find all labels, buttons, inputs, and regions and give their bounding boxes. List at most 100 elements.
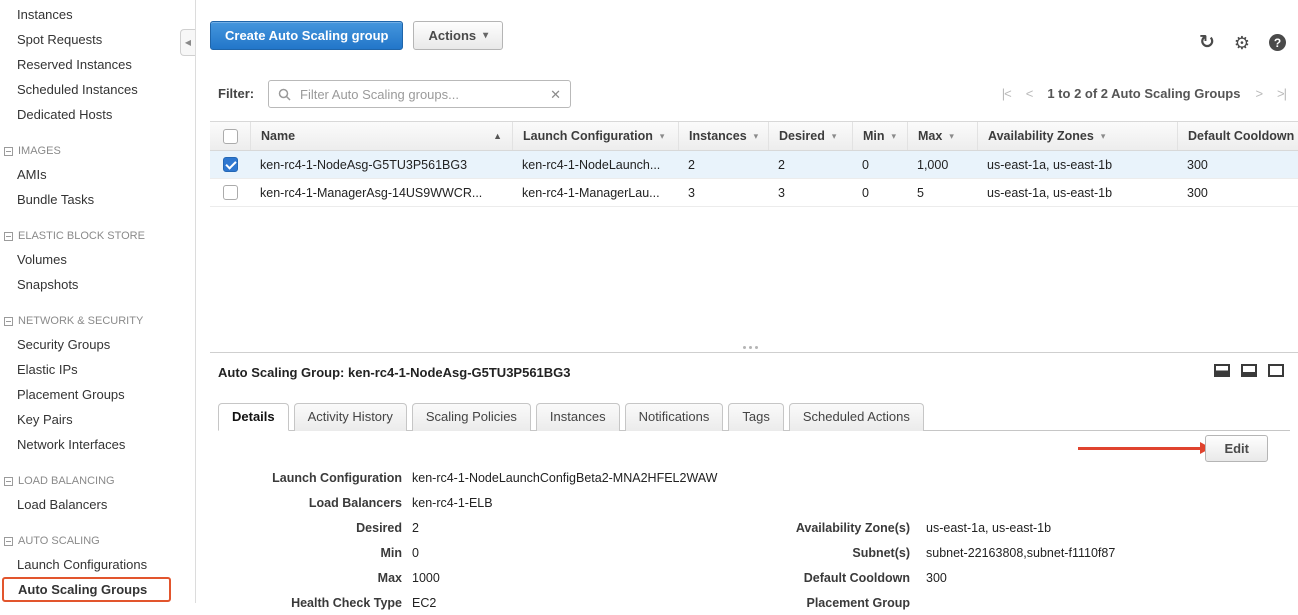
sidebar-item-key-pairs[interactable]: Key Pairs [0, 407, 195, 432]
sidebar-item-dedicated-hosts[interactable]: Dedicated Hosts [0, 102, 195, 127]
column-header-min[interactable]: Min ▾ [852, 122, 907, 150]
field-value: us-east-1a, us-east-1b [910, 521, 1298, 535]
help-icon[interactable]: ? [1269, 34, 1286, 51]
field-value: subnet-22163808,subnet-f1110f87 [910, 546, 1298, 560]
sidebar-item-snapshots[interactable]: Snapshots [0, 272, 195, 297]
filter-input[interactable] [298, 86, 543, 103]
full-pane-icon[interactable] [1268, 364, 1284, 377]
sidebar-item-scheduled-instances[interactable]: Scheduled Instances [0, 77, 195, 102]
gear-icon[interactable]: ⚙ [1234, 34, 1250, 52]
tab-scaling-policies[interactable]: Scaling Policies [412, 403, 531, 431]
actions-button[interactable]: Actions ▾ [413, 21, 503, 50]
sidebar-item-instances[interactable]: Instances [0, 2, 195, 27]
pagination-prev-icon[interactable]: < [1026, 86, 1033, 101]
field-label: Min [218, 546, 402, 560]
field-row: Load Balancers ken-rc4-1-ELB [218, 490, 1298, 515]
cell-min: 0 [852, 158, 907, 172]
details-tabs: Details Activity History Scaling Policie… [218, 402, 1290, 431]
row-checkbox[interactable] [223, 157, 238, 172]
field-value: ken-rc4-1-NodeLaunchConfigBeta2-MNA2HFEL… [402, 471, 717, 485]
split-pane-icon[interactable] [1214, 364, 1230, 377]
tab-notifications[interactable]: Notifications [625, 403, 724, 431]
field-label: Load Balancers [218, 496, 402, 510]
create-auto-scaling-group-button[interactable]: Create Auto Scaling group [210, 21, 403, 50]
sidebar-item-auto-scaling-groups[interactable]: Auto Scaling Groups [2, 577, 171, 602]
column-header-availability-zones[interactable]: Availability Zones ▾ [977, 122, 1177, 150]
sidebar-item-bundle-tasks[interactable]: Bundle Tasks [0, 187, 195, 212]
column-label: Availability Zones [988, 129, 1094, 143]
column-header-max[interactable]: Max ▾ [907, 122, 977, 150]
sidebar-item-elastic-ips[interactable]: Elastic IPs [0, 357, 195, 382]
field-label: Launch Configuration [218, 471, 402, 485]
field-row: Desired 2 Availability Zone(s) us-east-1… [218, 515, 1298, 540]
pagination-last-icon[interactable]: >| [1277, 86, 1286, 101]
sidebar-item-security-groups[interactable]: Security Groups [0, 332, 195, 357]
clear-filter-icon[interactable]: ✕ [550, 88, 561, 101]
sidebar-section-label: NETWORK & SECURITY [18, 315, 143, 327]
filter-label: Filter: [218, 86, 254, 101]
sidebar-item-volumes[interactable]: Volumes [0, 247, 195, 272]
sidebar-item-network-interfaces[interactable]: Network Interfaces [0, 432, 195, 457]
tab-details[interactable]: Details [218, 403, 289, 431]
field-row: Max 1000 Default Cooldown 300 [218, 565, 1298, 590]
sidebar-item-launch-configurations[interactable]: Launch Configurations [0, 552, 195, 577]
cell-availability-zones: us-east-1a, us-east-1b [977, 186, 1177, 200]
cell-name: ken-rc4-1-NodeAsg-G5TU3P561BG3 [250, 158, 512, 172]
sidebar-item-reserved-instances[interactable]: Reserved Instances [0, 52, 195, 77]
sidebar-item-load-balancers[interactable]: Load Balancers [0, 492, 195, 517]
sidebar-section-load-balancing[interactable]: LOAD BALANCING [0, 470, 195, 492]
pagination-first-icon[interactable]: |< [1002, 86, 1011, 101]
tab-tags[interactable]: Tags [728, 403, 783, 431]
cell-instances: 2 [678, 158, 768, 172]
row-checkbox[interactable] [223, 185, 238, 200]
pagination-next-icon[interactable]: > [1255, 86, 1262, 101]
cell-default-cooldown: 300 [1177, 158, 1298, 172]
cell-name: ken-rc4-1-ManagerAsg-14US9WWCR... [250, 186, 512, 200]
edit-button[interactable]: Edit [1205, 435, 1268, 462]
column-header-default-cooldown[interactable]: Default Cooldown [1177, 122, 1298, 150]
cell-launch-configuration: ken-rc4-1-ManagerLau... [512, 186, 678, 200]
field-row: Min 0 Subnet(s) subnet-22163808,subnet-f… [218, 540, 1298, 565]
cell-desired: 2 [768, 158, 852, 172]
cell-instances: 3 [678, 186, 768, 200]
sidebar-section-elastic-block-store[interactable]: ELASTIC BLOCK STORE [0, 225, 195, 247]
cell-launch-configuration: ken-rc4-1-NodeLaunch... [512, 158, 678, 172]
filter-search-box[interactable]: ✕ [268, 80, 571, 108]
select-all-checkbox[interactable] [223, 129, 238, 144]
column-header-instances[interactable]: Instances ▾ [678, 122, 768, 150]
column-header-launch-configuration[interactable]: Launch Configuration ▾ [512, 122, 678, 150]
cell-min: 0 [852, 186, 907, 200]
collapse-section-icon [4, 537, 13, 546]
sidebar-item-placement-groups[interactable]: Placement Groups [0, 382, 195, 407]
column-header-name[interactable]: Name ▲ [250, 122, 512, 150]
collapse-section-icon [4, 317, 13, 326]
sidebar-item-spot-requests[interactable]: Spot Requests [0, 27, 195, 52]
cell-availability-zones: us-east-1a, us-east-1b [977, 158, 1177, 172]
splitter-drag-handle[interactable] [743, 346, 758, 349]
bottom-pane-icon[interactable] [1241, 364, 1257, 377]
tab-activity-history[interactable]: Activity History [294, 403, 407, 431]
table-row[interactable]: ken-rc4-1-ManagerAsg-14US9WWCR... ken-rc… [210, 179, 1298, 207]
header-icons: ↻ ⚙ ? [1199, 33, 1286, 52]
tab-instances[interactable]: Instances [536, 403, 620, 431]
sidebar-collapse-handle[interactable]: ◀ [180, 29, 195, 56]
tab-scheduled-actions[interactable]: Scheduled Actions [789, 403, 924, 431]
field-label: Max [218, 571, 402, 585]
annotation-arrow [1078, 447, 1200, 450]
details-panel-title: Auto Scaling Group: ken-rc4-1-NodeAsg-G5… [218, 365, 571, 380]
sidebar-section-auto-scaling[interactable]: AUTO SCALING [0, 530, 195, 552]
field-value: 1000 [402, 571, 738, 585]
table-row[interactable]: ken-rc4-1-NodeAsg-G5TU3P561BG3 ken-rc4-1… [210, 151, 1298, 179]
asg-table: Name ▲ Launch Configuration ▾ Instances … [210, 121, 1298, 207]
field-row: Launch Configuration ken-rc4-1-NodeLaunc… [218, 465, 1298, 490]
chevron-down-icon: ▾ [483, 30, 488, 41]
refresh-icon[interactable]: ↻ [1199, 33, 1215, 52]
field-label: Availability Zone(s) [738, 521, 910, 535]
column-header-desired[interactable]: Desired ▾ [768, 122, 852, 150]
sidebar-section-network-security[interactable]: NETWORK & SECURITY [0, 310, 195, 332]
sidebar-item-amis[interactable]: AMIs [0, 162, 195, 187]
column-menu-icon: ▾ [660, 131, 665, 142]
select-all-cell [210, 122, 250, 150]
sidebar-section-images[interactable]: IMAGES [0, 140, 195, 162]
collapse-section-icon [4, 232, 13, 241]
